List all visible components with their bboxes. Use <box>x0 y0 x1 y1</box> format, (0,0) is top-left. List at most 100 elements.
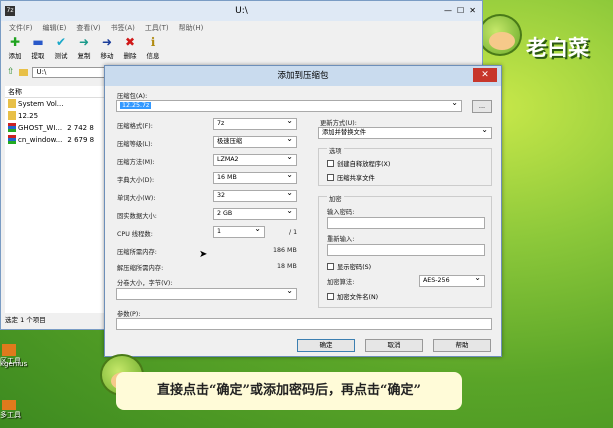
cpu-label: CPU 线程数: <box>117 231 153 238</box>
file-size: 2 679 8 <box>67 136 95 144</box>
status-bar: 选定 1 个项目 <box>5 316 46 324</box>
desktop-icon-label: kgenius <box>0 360 28 368</box>
solid-label: 固实数据大小: <box>117 213 157 220</box>
archive-icon <box>8 135 16 144</box>
close-icon: ✕ <box>481 70 489 80</box>
encrypt-label: 加密 <box>327 194 344 203</box>
info-button[interactable]: ℹ 信息 <box>143 35 163 63</box>
archive-label: 压缩包(A): <box>117 93 148 100</box>
show-password-checkbox[interactable]: 显示密码(S) <box>327 262 371 271</box>
dict-select[interactable]: 16 MB <box>213 170 297 184</box>
desktop-icon-3[interactable]: 多工具 <box>0 400 36 420</box>
options-label: 选项 <box>327 146 344 155</box>
solid-select[interactable]: 2 GB <box>213 206 297 220</box>
word-label: 单词大小(W): <box>117 195 156 202</box>
dialog-title: 添加到压缩包 <box>277 71 329 81</box>
info-label: 信息 <box>146 52 160 60</box>
params-label: 参数(P): <box>117 311 141 318</box>
file-name: 12.25 <box>18 112 39 120</box>
password-label: 输入密码: <box>327 209 355 216</box>
menu-help[interactable]: 帮助(H) <box>179 21 204 35</box>
instruction-caption: 直接点击“确定”或添加密码后，再点击“确定” <box>116 372 462 410</box>
file-list: System Vol... 12.25 GHOST_WI... 2 742 8 c… <box>5 98 105 313</box>
move-label: 移动 <box>100 52 114 60</box>
menu-view[interactable]: 查看(V) <box>76 21 100 35</box>
list-item[interactable]: GHOST_WI... 2 742 8 <box>5 122 105 134</box>
window-title: U:\ <box>235 6 248 16</box>
add-button[interactable]: ✚ 添加 <box>5 35 25 63</box>
list-item[interactable]: System Vol... <box>5 98 105 110</box>
sfx-label: 创建自释放程序(X) <box>337 161 391 168</box>
copy-button[interactable]: ➜ 复制 <box>74 35 94 63</box>
encryption-method-label: 加密算法: <box>327 279 355 286</box>
delete-label: 删除 <box>123 52 137 60</box>
close-button[interactable]: ✕ <box>473 68 497 82</box>
update-select[interactable]: 添加并替换文件 <box>318 125 492 139</box>
format-label: 压缩格式(F): <box>117 123 153 130</box>
menu-bookmarks[interactable]: 书签(A) <box>111 21 135 35</box>
encryption-group: 加密 输入密码: 重新输入: 显示密码(S) 加密算法: AES-256 加密文… <box>318 194 492 308</box>
level-label: 压缩等级(L): <box>117 141 153 148</box>
toolbar: ✚ 添加 ▬ 提取 ✔ 测试 ➜ 复制 ➜ 移动 ✖ 删除 ℹ 信息 <box>1 35 482 63</box>
move-arrow-icon: ➜ <box>101 35 113 49</box>
copy-label: 复制 <box>77 52 91 60</box>
params-input[interactable] <box>116 318 492 330</box>
file-name: System Vol... <box>18 100 64 108</box>
desktop-icon-label: 多工具 <box>0 411 21 419</box>
file-size: 2 742 8 <box>67 124 94 132</box>
brand-name: 老白菜 <box>526 36 589 60</box>
up-folder-icon[interactable]: ⇧ <box>7 67 15 77</box>
list-item[interactable]: 12.25 <box>5 110 105 122</box>
test-button[interactable]: ✔ 测试 <box>51 35 71 63</box>
level-select[interactable]: 极速压缩 <box>213 134 297 148</box>
extract-button[interactable]: ▬ 提取 <box>28 35 48 63</box>
delete-x-icon: ✖ <box>124 35 136 49</box>
ok-button[interactable]: 确定 <box>297 339 355 352</box>
browse-button[interactable]: ... <box>472 100 492 113</box>
word-select[interactable]: 32 <box>213 188 297 202</box>
encryption-method-select[interactable]: AES-256 <box>419 273 485 287</box>
move-button[interactable]: ➜ 移动 <box>97 35 117 63</box>
dict-label: 字典大小(D): <box>117 177 155 184</box>
menu-file[interactable]: 文件(F) <box>9 21 33 35</box>
help-button[interactable]: 帮助 <box>433 339 491 352</box>
password-repeat-input[interactable] <box>327 244 485 256</box>
extract-label: 提取 <box>31 52 45 60</box>
file-name: cn_window... <box>18 136 63 144</box>
folder-icon <box>18 68 28 76</box>
sfx-checkbox[interactable]: 创建自释放程序(X) <box>327 159 390 168</box>
mem-decomp-label: 解压缩所需内存: <box>117 265 164 272</box>
encrypt-names-label: 加密文件名(N) <box>337 294 379 301</box>
menu-edit[interactable]: 编辑(E) <box>43 21 67 35</box>
options-group: 选项 创建自释放程序(X) 压缩共享文件 <box>318 146 492 186</box>
format-select[interactable]: 7z <box>213 116 297 130</box>
dialog-titlebar: 添加到压缩包 ✕ <box>105 66 501 86</box>
cpu-select[interactable]: 1 <box>213 224 265 238</box>
cpu-total: / 1 <box>289 229 298 236</box>
mouse-cursor-icon: ➤ <box>199 249 208 260</box>
desktop-icon-2[interactable]: kgenius <box>0 360 36 368</box>
archive-path-combo[interactable]: 12.25.7z <box>116 98 462 112</box>
menu-tools[interactable]: 工具(T) <box>145 21 169 35</box>
window-controls[interactable]: — ☐ ✕ <box>444 1 476 21</box>
password-input[interactable] <box>327 217 485 229</box>
add-label: 添加 <box>8 52 22 60</box>
method-select[interactable]: LZMA2 <box>213 152 297 166</box>
mem-decomp-value: 18 MB <box>277 263 297 270</box>
cancel-button[interactable]: 取消 <box>365 339 423 352</box>
test-label: 测试 <box>54 52 68 60</box>
list-item[interactable]: cn_window... 2 679 8 <box>5 134 105 146</box>
shared-files-checkbox[interactable]: 压缩共享文件 <box>327 173 375 182</box>
mem-comp-value: 186 MB <box>273 247 297 254</box>
folder-icon <box>8 99 16 108</box>
show-password-label: 显示密码(S) <box>337 264 372 271</box>
update-label: 更新方式(U): <box>320 120 357 127</box>
split-select[interactable] <box>116 286 297 300</box>
encrypt-names-checkbox[interactable]: 加密文件名(N) <box>327 292 378 301</box>
add-to-archive-dialog: 添加到压缩包 ✕ 压缩包(A): 12.25.7z ... 压缩格式(F): 7… <box>104 65 502 357</box>
menu-bar: 文件(F) 编辑(E) 查看(V) 书签(A) 工具(T) 帮助(H) <box>1 21 482 35</box>
folder-icon <box>8 111 16 120</box>
delete-button[interactable]: ✖ 删除 <box>120 35 140 63</box>
minus-icon: ▬ <box>32 35 44 49</box>
column-header-name[interactable]: 名称 <box>5 86 105 98</box>
